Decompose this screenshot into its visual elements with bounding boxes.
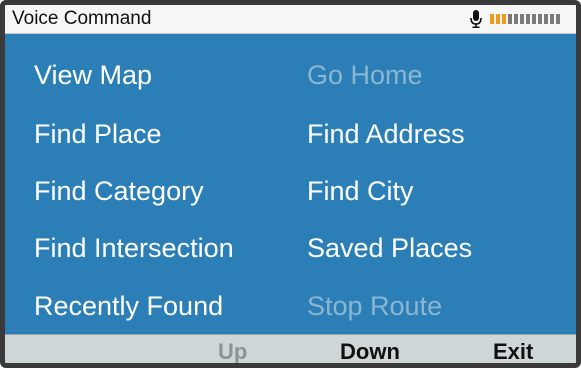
level-segment: [514, 14, 518, 24]
menu-item-go-home: Go Home: [307, 60, 423, 90]
menu-item-find-address[interactable]: Find Address: [307, 117, 465, 151]
menu-item-recently-found[interactable]: Recently Found: [34, 289, 223, 323]
up-button: Up: [218, 339, 248, 364]
voice-command-menu: View Map Find Place Find Category Find I…: [5, 34, 576, 334]
menu-item-view-map[interactable]: View Map: [34, 58, 152, 92]
level-segment: [496, 14, 500, 24]
level-segment: [544, 14, 548, 24]
level-segment: [526, 14, 530, 24]
level-segment: [532, 14, 536, 24]
level-segment: [502, 14, 506, 24]
menu-item-stop-route: Stop Route: [307, 291, 443, 321]
menu-item-find-intersection[interactable]: Find Intersection: [34, 231, 234, 265]
status-bar: Voice Command: [5, 5, 576, 34]
level-segment: [538, 14, 542, 24]
voice-level-meter: [490, 14, 560, 24]
exit-button[interactable]: Exit: [493, 338, 533, 363]
menu-item-find-category[interactable]: Find Category: [34, 174, 204, 208]
menu-item-find-place[interactable]: Find Place: [34, 117, 162, 151]
level-segment: [508, 14, 512, 24]
menu-item-saved-places[interactable]: Saved Places: [307, 231, 472, 265]
level-segment: [520, 14, 524, 24]
microphone-icon: [470, 10, 482, 28]
down-button[interactable]: Down: [340, 338, 400, 363]
softkey-bar: Up Down Exit: [5, 334, 576, 364]
screen-title: Voice Command: [12, 8, 152, 29]
device-screen: Voice Command View Map Find Place Find C…: [0, 0, 581, 368]
level-segment: [490, 14, 494, 24]
menu-item-find-city[interactable]: Find City: [307, 174, 414, 208]
level-segment: [556, 14, 560, 24]
level-segment: [550, 14, 554, 24]
